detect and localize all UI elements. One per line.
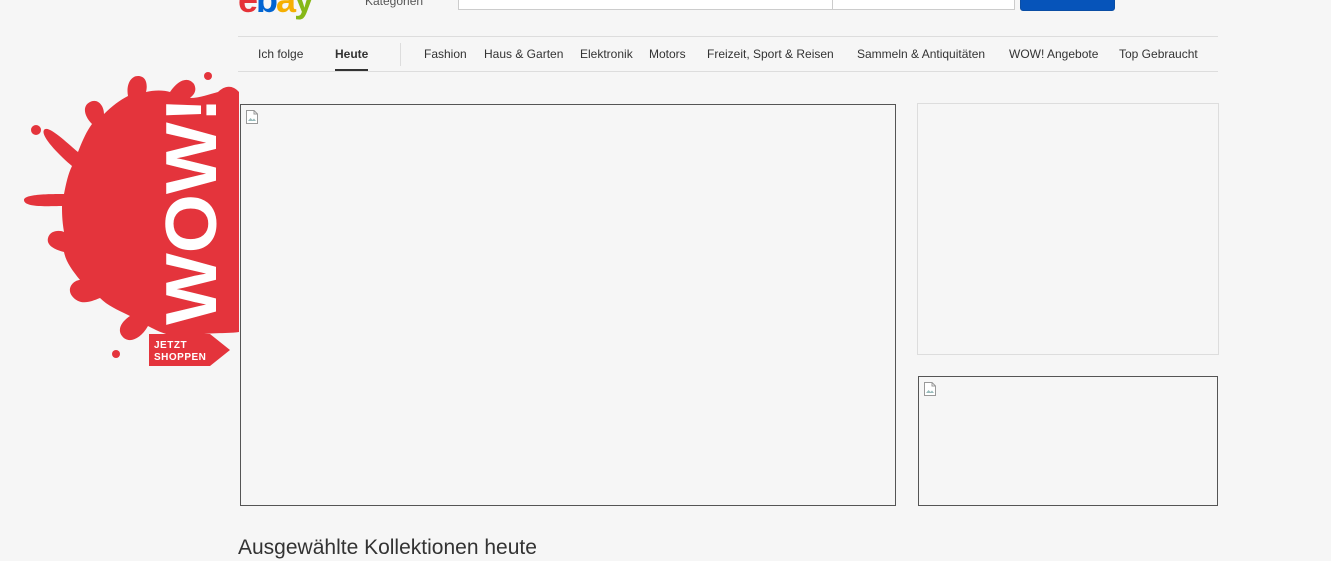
- ebay-logo[interactable]: ebay: [238, 0, 314, 20]
- wow-splash-drop: [112, 350, 120, 358]
- search-button[interactable]: [1020, 0, 1115, 11]
- category-nav: Ich folge Heute Fashion Haus & Garten El…: [238, 36, 1218, 72]
- nav-item-freizeit-sport-reisen[interactable]: Freizeit, Sport & Reisen: [707, 37, 834, 71]
- broken-image-icon: [924, 382, 936, 396]
- section-heading: Ausgewählte Kollektionen heute: [238, 536, 537, 559]
- nav-divider: [400, 43, 401, 66]
- nav-item-wow-angebote[interactable]: WOW! Angebote: [1009, 37, 1098, 71]
- nav-item-motors[interactable]: Motors: [649, 37, 686, 71]
- nav-item-sammeln-antiquitaeten[interactable]: Sammeln & Antiquitäten: [857, 37, 985, 71]
- main-banner[interactable]: [240, 104, 896, 506]
- wow-cta-line2: SHOPPEN: [154, 352, 206, 363]
- wow-badge[interactable]: WOW! JETZT SHOPPEN: [20, 70, 242, 370]
- broken-image-icon: [246, 110, 258, 124]
- side-ad-bottom[interactable]: [918, 376, 1218, 506]
- nav-item-fashion[interactable]: Fashion: [424, 37, 467, 71]
- wow-cta-line1: JETZT: [154, 340, 187, 351]
- wow-splash-graphic: WOW! JETZT SHOPPEN: [24, 72, 239, 366]
- wow-splash-drop: [204, 72, 212, 80]
- categories-button[interactable]: Kategorien: [365, 0, 423, 8]
- side-ad-top[interactable]: [917, 103, 1219, 355]
- wow-title: WOW!: [152, 97, 232, 325]
- nav-item-heute[interactable]: Heute: [335, 37, 369, 71]
- wow-splash-drop: [31, 125, 41, 135]
- category-select[interactable]: [832, 0, 1015, 10]
- logo-letter-e: e: [238, 0, 258, 20]
- nav-item-haus-garten[interactable]: Haus & Garten: [484, 37, 563, 71]
- nav-item-ich-folge[interactable]: Ich folge: [258, 37, 303, 71]
- search-input[interactable]: [458, 0, 832, 10]
- logo-letter-b: b: [256, 0, 278, 20]
- nav-item-top-gebraucht[interactable]: Top Gebraucht: [1119, 37, 1198, 71]
- nav-item-elektronik[interactable]: Elektronik: [580, 37, 633, 71]
- logo-letter-y: y: [294, 0, 314, 20]
- logo-letter-a: a: [276, 0, 296, 20]
